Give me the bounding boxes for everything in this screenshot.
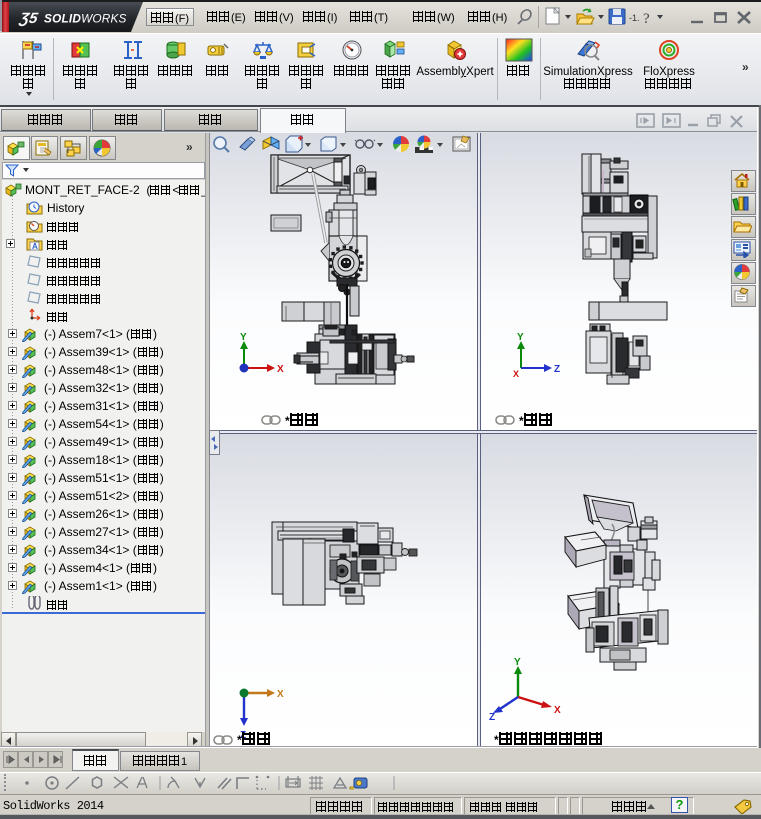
svg-text:X: X <box>554 705 561 716</box>
svg-text:X: X <box>277 364 284 375</box>
svg-text:-1.: -1. <box>629 13 640 23</box>
svg-text:Z: Z <box>554 364 560 375</box>
svg-text:SOLIDWORKS: SOLIDWORKS <box>44 12 127 26</box>
svg-text:Ʒ5: Ʒ5 <box>17 10 39 27</box>
svg-text:A: A <box>32 242 38 251</box>
svg-text:X: X <box>513 369 519 379</box>
svg-text:?: ? <box>643 11 650 27</box>
svg-text:Y: Y <box>240 332 247 343</box>
svg-text:X: X <box>277 689 284 700</box>
svg-text:Y: Y <box>514 657 521 668</box>
svg-text:Y: Y <box>517 332 524 343</box>
svg-text:Z: Z <box>489 712 495 720</box>
